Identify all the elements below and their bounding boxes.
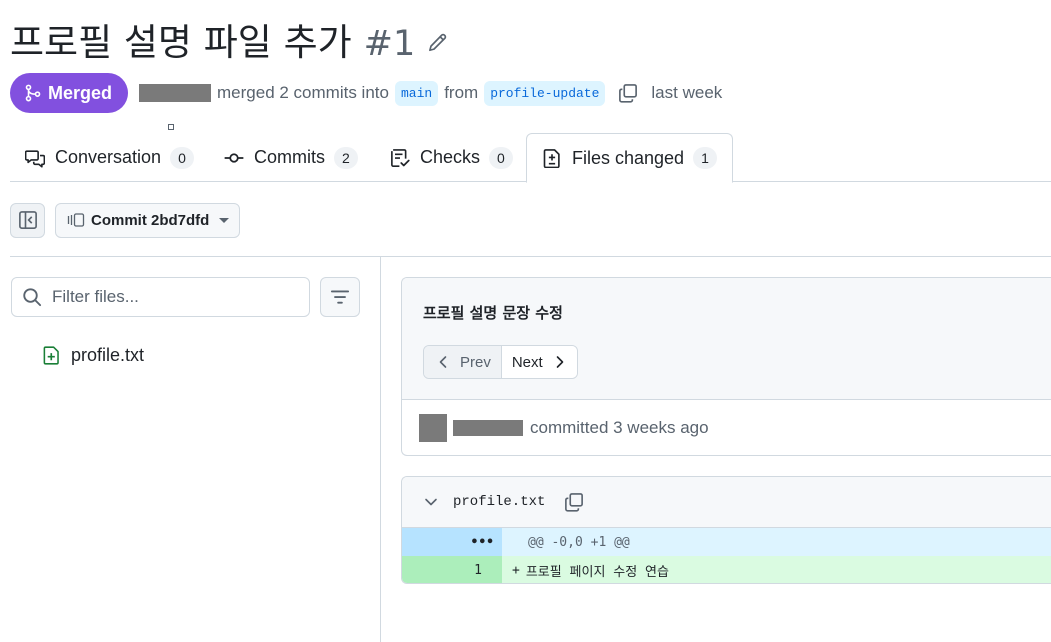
diff-line-text: 프로필 페이지 수정 연습 — [525, 564, 669, 580]
pr-meta: Merged merged 2 commits into main from p… — [10, 73, 722, 113]
commit-nav: Prev Next — [423, 345, 578, 379]
head-branch[interactable]: profile-update — [484, 80, 606, 106]
pr-title: 프로필 설명 파일 추가 — [10, 21, 352, 64]
merged-time[interactable]: last week — [651, 83, 722, 103]
merged-label: Merged — [48, 82, 113, 103]
git-commit-icon — [224, 152, 244, 163]
toolbar-divider — [10, 256, 1051, 257]
committer-redacted[interactable] — [453, 420, 523, 436]
diff-line-sign: + — [512, 562, 520, 578]
avatar[interactable] — [419, 414, 447, 442]
chevron-down-icon[interactable] — [423, 494, 439, 510]
committed-text: committed 3 weeks ago — [530, 418, 709, 437]
tab-files-changed-label: Files changed — [572, 147, 685, 168]
commit-range-icon — [67, 213, 85, 227]
file-tree-divider — [380, 257, 381, 642]
comment-discussion-icon — [25, 149, 45, 168]
file-added-icon — [43, 346, 59, 365]
commit-header: 프로필 설명 문장 수정 Prev Next — [402, 278, 1051, 400]
merged-badge: Merged — [10, 73, 129, 113]
tab-checks[interactable]: Checks 0 — [390, 133, 513, 182]
tab-commits[interactable]: Commits 2 — [224, 133, 358, 182]
from-text: from — [444, 83, 479, 102]
file-tree-item-name: profile.txt — [71, 345, 145, 365]
tab-files-changed[interactable]: Files changed 1 — [526, 133, 733, 183]
diff-added-line: 1 + 프로필 페이지 수정 연습 — [402, 556, 1051, 583]
checklist-icon — [391, 148, 410, 167]
tab-conversation-count: 0 — [170, 146, 194, 169]
tab-checks-label: Checks — [420, 147, 481, 167]
git-merge-icon — [25, 84, 41, 102]
toggle-file-tree-button[interactable] — [10, 202, 45, 238]
sidebar-collapse-icon — [18, 211, 37, 229]
chevron-right-icon — [556, 356, 563, 368]
commit-message: 프로필 설명 문장 수정 — [423, 304, 563, 322]
copy-icon — [619, 84, 638, 103]
filter-options-button[interactable] — [320, 277, 360, 317]
diff-hunk-header-row: ••• @@ -0,0 +1 @@ — [402, 528, 1051, 556]
file-diff-card: profile.txt ••• @@ -0,0 +1 @@ 1 + 프로필 페이… — [401, 476, 1051, 584]
expand-hunk-button[interactable]: ••• — [402, 528, 502, 556]
copy-branch-button[interactable] — [617, 82, 639, 104]
commit-author-row: committed 3 weeks ago — [402, 400, 1051, 455]
diff-line-code: + 프로필 페이지 수정 연습 — [502, 556, 1051, 583]
next-commit-label: Next — [511, 353, 543, 371]
diff-toolbar: Commit 2bd7dfd — [10, 202, 241, 238]
tab-checks-count: 0 — [489, 146, 513, 169]
prev-commit-label: Prev — [460, 353, 491, 371]
base-branch[interactable]: main — [394, 80, 439, 106]
commit-select-dropdown[interactable]: Commit 2bd7dfd — [55, 202, 241, 238]
pr-number: #1 — [363, 24, 416, 64]
pr-title-row: 프로필 설명 파일 추가 #1 — [10, 12, 447, 66]
filter-icon — [330, 290, 350, 304]
filter-files-placeholder: Filter files... — [52, 287, 139, 306]
chevron-left-icon — [439, 356, 447, 368]
search-icon — [23, 288, 42, 307]
pr-tabs: Conversation 0 Commits 2 Checks 0 Files … — [10, 133, 1051, 183]
commit-select-label: Commit 2bd7dfd — [91, 211, 210, 229]
file-tree-item[interactable]: profile.txt — [42, 345, 144, 366]
tab-commits-count: 2 — [334, 146, 358, 169]
file-diff-icon — [543, 149, 560, 168]
author-redacted[interactable] — [139, 84, 212, 102]
chevron-down-icon — [219, 217, 230, 223]
tab-files-changed-count: 1 — [693, 147, 717, 169]
commit-card: 프로필 설명 문장 수정 Prev Next committed 3 weeks… — [401, 277, 1051, 456]
focus-marker — [168, 124, 174, 130]
diff-line-number[interactable]: 1 — [402, 556, 502, 583]
tab-conversation[interactable]: Conversation 0 — [25, 133, 194, 182]
tab-commits-label: Commits — [254, 147, 325, 167]
filter-files-input[interactable]: Filter files... — [11, 277, 310, 317]
tab-conversation-label: Conversation — [55, 147, 162, 167]
file-diff-header: profile.txt — [402, 477, 1051, 528]
diff-hunk-header: @@ -0,0 +1 @@ — [502, 528, 1051, 556]
copy-path-button[interactable] — [563, 491, 585, 513]
next-commit-button[interactable]: Next — [501, 346, 577, 378]
pencil-icon[interactable] — [427, 33, 447, 53]
copy-icon — [565, 493, 584, 512]
merged-text: merged 2 commits into — [217, 83, 389, 102]
diff-file-name[interactable]: profile.txt — [453, 494, 545, 510]
prev-commit-button[interactable]: Prev — [424, 346, 502, 378]
